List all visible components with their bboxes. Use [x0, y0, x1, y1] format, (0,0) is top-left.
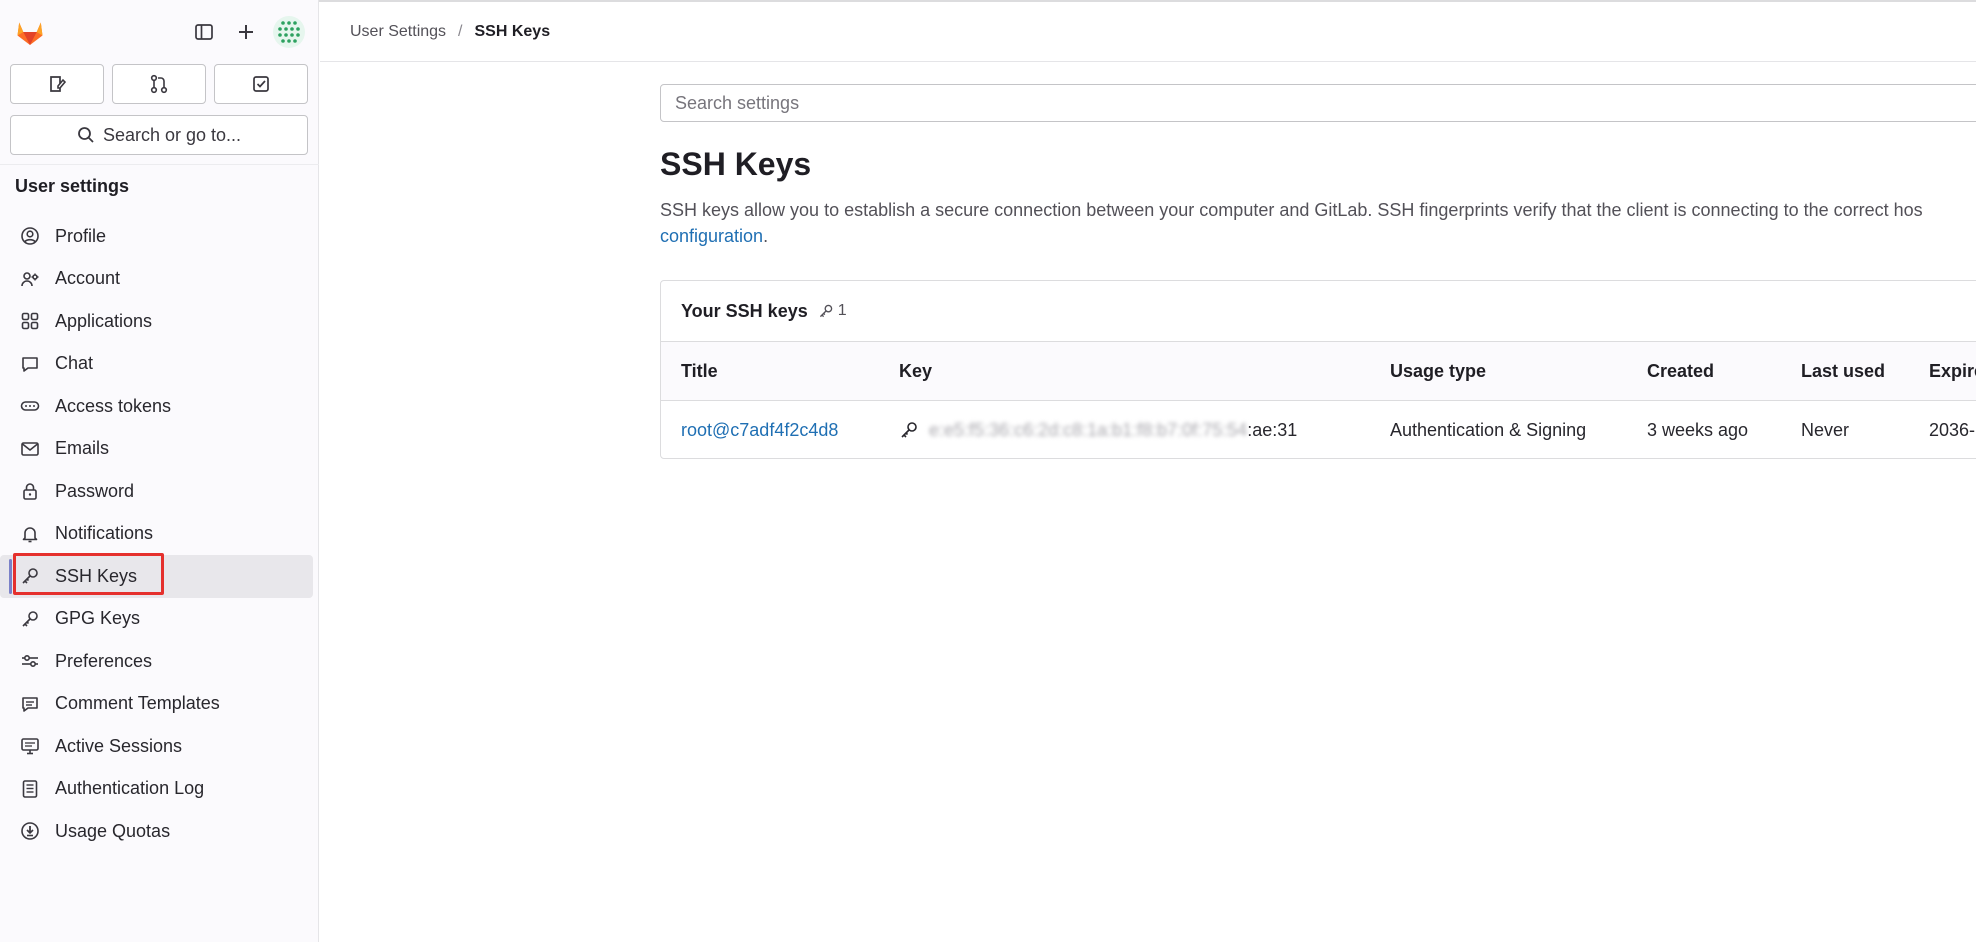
sidebar-item-label: SSH Keys: [55, 565, 138, 586]
fingerprint-tail: :ae:31: [1247, 419, 1298, 440]
key-icon: [901, 422, 917, 438]
sidebar-item-account[interactable]: Account: [0, 258, 319, 301]
search-or-go-button[interactable]: Search or go to...: [10, 115, 308, 155]
column-header-usage-type: Usage type: [1390, 360, 1487, 381]
sidebar-item-notifications[interactable]: Notifications: [0, 513, 319, 556]
last-used-value: Never: [1801, 419, 1850, 440]
key-count: 1: [818, 302, 847, 320]
expires-value: 2036-: [1929, 419, 1976, 440]
profile-icon: [19, 225, 41, 247]
sidebar: Search or go to... User settings Profile…: [0, 0, 319, 942]
search-settings-input[interactable]: [660, 84, 1976, 122]
table-row: root@c7adf4f2c4d8 e:e5:f5:36:c6:2d:c8:1a…: [661, 401, 1976, 458]
sidebar-heading: User settings: [15, 176, 130, 196]
key-icon: [19, 608, 41, 630]
ssh-key-fingerprint: e:e5:f5:36:c6:2d:c8:1a:b1:f8:b7:0f:75:54…: [899, 401, 1298, 458]
breadcrumb-separator: /: [458, 22, 463, 40]
table-header: Title Key Usage type Created Last used E…: [661, 342, 1976, 401]
applications-icon: [19, 310, 41, 332]
preferences-icon: [19, 650, 41, 672]
sidebar-top-bar: [0, 0, 319, 66]
sidebar-item-active-sessions[interactable]: Active Sessions: [0, 725, 319, 768]
sidebar-item-chat[interactable]: Chat: [0, 343, 319, 386]
column-header-key: Key: [899, 360, 933, 381]
sidebar-item-label: Authentication Log: [55, 778, 205, 799]
account-icon: [19, 268, 41, 290]
card-header: Your SSH keys 1: [661, 281, 1976, 342]
sidebar-item-label: Comment Templates: [55, 693, 220, 714]
card-title: Your SSH keys: [681, 300, 808, 321]
user-avatar[interactable]: [273, 16, 305, 48]
sidebar-item-label: Preferences: [55, 650, 153, 671]
sidebar-divider: [0, 164, 319, 165]
usage-type-value: Authentication & Signing: [1390, 419, 1587, 440]
sidebar-item-comment-templates[interactable]: Comment Templates: [0, 683, 319, 726]
sidebar-toggle-icon[interactable]: [190, 18, 218, 46]
page-description: SSH keys allow you to establish a secure…: [660, 197, 1976, 249]
sidebar-item-label: Applications: [55, 310, 153, 331]
sidebar-item-label: Usage Quotas: [55, 820, 171, 841]
sidebar-item-gpg-keys[interactable]: GPG Keys: [0, 598, 319, 641]
bell-icon: [19, 523, 41, 545]
sidebar-item-profile[interactable]: Profile: [0, 215, 319, 258]
fingerprint-obscured: e:e5:f5:36:c6:2d:c8:1a:b1:f8:b7:0f:75:54: [929, 419, 1248, 440]
sidebar-item-applications[interactable]: Applications: [0, 300, 319, 343]
key-icon: [819, 304, 833, 318]
key-icon: [19, 565, 41, 587]
chat-icon: [19, 353, 41, 375]
todos-button[interactable]: [214, 64, 308, 104]
sidebar-item-ssh-keys[interactable]: SSH Keys: [0, 555, 313, 598]
sidebar-item-label: Account: [55, 268, 121, 289]
ssh-key-title-link[interactable]: root@c7adf4f2c4d8: [681, 420, 838, 441]
key-count-value: 1: [837, 302, 847, 319]
issues-button[interactable]: [10, 64, 104, 104]
column-header-created: Created: [1647, 360, 1715, 381]
ssh-keys-card: Your SSH keys 1 Title Key Usage type Cre…: [660, 280, 1976, 459]
created-value: 3 weeks ago: [1647, 419, 1749, 440]
create-new-icon[interactable]: [232, 18, 260, 46]
description-text: SSH keys allow you to establish a secure…: [660, 200, 1923, 220]
search-or-go-label: Search or go to...: [102, 124, 242, 145]
log-icon: [19, 778, 41, 800]
configuration-link[interactable]: configuration: [660, 226, 763, 246]
token-icon: [19, 395, 41, 417]
issues-icon: [50, 76, 67, 92]
sidebar-item-label: Active Sessions: [55, 735, 183, 756]
description-end: .: [763, 226, 769, 246]
column-header-expires: Expire: [1929, 360, 1976, 381]
column-header-last-used: Last used: [1801, 360, 1886, 381]
sidebar-item-preferences[interactable]: Preferences: [0, 640, 319, 683]
sidebar-item-password[interactable]: Password: [0, 470, 319, 513]
quota-icon: [19, 820, 41, 842]
merge-request-icon: [150, 74, 168, 94]
breadcrumb-user-settings[interactable]: User Settings: [350, 23, 446, 41]
sidebar-item-label: Chat: [55, 353, 94, 374]
sidebar-item-label: Profile: [55, 225, 107, 246]
sidebar-item-access-tokens[interactable]: Access tokens: [0, 385, 319, 428]
sidebar-item-label: Notifications: [55, 523, 154, 544]
sidebar-item-label: GPG Keys: [55, 608, 141, 629]
gitlab-logo-icon[interactable]: [14, 16, 46, 48]
breadcrumb-current: SSH Keys: [474, 22, 551, 40]
sidebar-item-emails[interactable]: Emails: [0, 428, 319, 471]
sidebar-item-label: Emails: [55, 438, 110, 459]
sidebar-item-label: Password: [55, 480, 135, 501]
column-header-title: Title: [681, 360, 718, 381]
settings-nav: Profile Account Applications Chat Access…: [0, 215, 319, 853]
comment-icon: [19, 693, 41, 715]
merge-requests-button[interactable]: [112, 64, 206, 104]
page-title: SSH Keys: [660, 146, 812, 182]
lock-icon: [19, 480, 41, 502]
mail-icon: [19, 438, 41, 460]
todo-icon: [253, 76, 269, 92]
search-icon: [78, 127, 94, 143]
sidebar-item-label: Access tokens: [55, 395, 172, 416]
main-content: SSH Keys SSH keys allow you to establish…: [660, 0, 1976, 942]
sidebar-item-authentication-log[interactable]: Authentication Log: [0, 768, 319, 811]
sidebar-item-usage-quotas[interactable]: Usage Quotas: [0, 810, 319, 853]
monitor-icon: [19, 735, 41, 757]
